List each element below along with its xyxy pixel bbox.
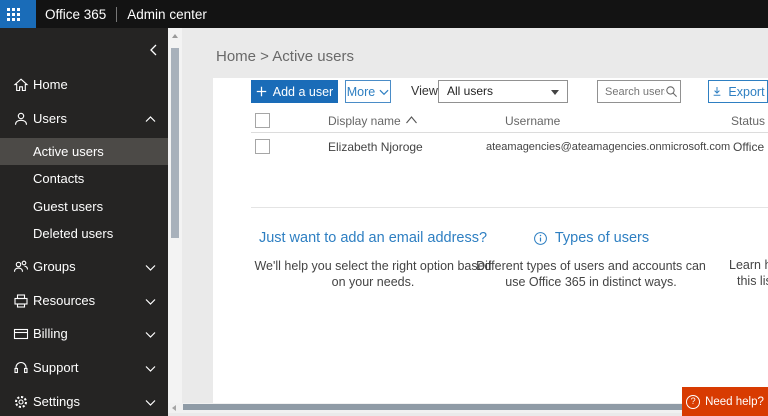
sidebar-item-support[interactable]: Support [0, 354, 168, 381]
plus-icon [256, 86, 266, 97]
sidebar-item-active-users[interactable]: Active users [0, 138, 168, 165]
vertical-scrollbar-thumb[interactable] [171, 48, 179, 238]
need-help-button[interactable]: Need help? [682, 387, 768, 416]
add-user-label: Add a user [272, 84, 334, 99]
topbar-divider [116, 6, 118, 22]
types-of-users-link[interactable]: Types of users [475, 230, 707, 246]
need-help-label: Need help? [705, 395, 764, 408]
sidebar-item-users[interactable]: Users [0, 105, 168, 132]
add-user-button[interactable]: Add a user [251, 80, 338, 103]
header-divider [251, 132, 768, 133]
add-email-address-text: We'll help you select the right option b… [254, 259, 492, 289]
export-label: Export [728, 84, 765, 99]
person-icon [13, 111, 29, 127]
breadcrumb[interactable]: Home > Active users [216, 48, 354, 65]
sidebar-item-billing[interactable]: Billing [0, 320, 168, 347]
sidebar-nav: Home Users Active users Contacts Guest u… [0, 28, 168, 416]
chevron-down-icon [145, 397, 156, 408]
scroll-up-arrow-icon [172, 34, 178, 38]
search-box [597, 80, 681, 103]
scroll-left-arrow-icon [172, 405, 176, 411]
sidebar-item-label: Billing [33, 326, 68, 341]
sidebar-item-label: Settings [33, 394, 80, 409]
chevron-left-icon [150, 44, 157, 56]
types-of-users-label: Types of users [554, 230, 650, 246]
app-launcher-button[interactable] [0, 0, 36, 28]
top-bar: Office 365 Admin center [0, 0, 768, 28]
search-icon[interactable] [665, 85, 678, 98]
sidebar-item-label: Resources [33, 293, 96, 308]
printer-icon [13, 293, 29, 309]
sidebar-collapse-button[interactable] [148, 44, 159, 56]
sidebar-subitem-label: Active users [33, 144, 104, 159]
column-header-status[interactable]: Status [731, 114, 765, 128]
credit-card-icon [13, 326, 29, 342]
views-select[interactable]: All users [438, 80, 568, 103]
info-icon [533, 231, 547, 245]
sidebar-item-settings[interactable]: Settings [0, 388, 168, 415]
brand-title[interactable]: Office 365 [45, 7, 106, 22]
clipped-help-text-line1: Learn how [729, 258, 768, 272]
sidebar-item-groups[interactable]: Groups [0, 253, 168, 280]
chevron-down-icon [145, 296, 156, 307]
section-divider [251, 207, 768, 208]
sidebar-item-label: Home [33, 77, 68, 92]
sidebar-subitem-label: Guest users [33, 199, 104, 214]
sidebar-subitem-label: Deleted users [33, 226, 114, 241]
download-icon [714, 87, 721, 96]
active-users-panel: Add a user More Views All users Export D… [213, 78, 768, 403]
sidebar-subitem-label: Contacts [33, 171, 85, 186]
dropdown-caret-icon [551, 90, 559, 95]
search-input[interactable] [598, 85, 665, 98]
types-of-users-text: Different types of users and accounts ca… [476, 259, 706, 289]
home-icon [13, 77, 29, 93]
views-select-value: All users [447, 84, 494, 98]
sort-ascending-icon [406, 116, 417, 124]
cell-display-name[interactable]: Elizabeth Njoroge [328, 140, 423, 154]
chevron-down-icon [145, 329, 156, 340]
headset-icon [13, 360, 29, 376]
select-all-checkbox[interactable] [255, 113, 270, 128]
people-icon [13, 259, 29, 275]
sidebar-item-label: Groups [33, 259, 76, 274]
vertical-scrollbar[interactable] [168, 28, 182, 403]
chevron-down-icon [379, 89, 389, 95]
cell-status: Office 365 [733, 140, 768, 154]
horizontal-scrollbar[interactable] [168, 403, 768, 413]
more-button[interactable]: More [345, 80, 391, 103]
sidebar-item-label: Support [33, 360, 79, 375]
clipped-help-text-line2: this list [737, 274, 768, 288]
sidebar-item-guest-users[interactable]: Guest users [0, 193, 168, 220]
sidebar-item-home[interactable]: Home [0, 71, 168, 98]
column-header-username[interactable]: Username [505, 114, 560, 128]
chevron-up-icon [145, 114, 156, 125]
column-header-display-name[interactable]: Display name [328, 114, 417, 128]
chevron-down-icon [145, 262, 156, 273]
export-button[interactable]: Export [708, 80, 768, 103]
admin-center-title: Admin center [127, 6, 207, 22]
sidebar-item-label: Users [33, 111, 67, 126]
more-label: More [346, 84, 376, 99]
chevron-down-icon [145, 363, 156, 374]
sidebar-item-contacts[interactable]: Contacts [0, 165, 168, 192]
gear-icon [13, 394, 29, 410]
add-email-address-link[interactable]: Just want to add an email address? [252, 230, 494, 246]
sidebar-item-deleted-users[interactable]: Deleted users [0, 220, 168, 247]
office365-admin-center: Office 365 Admin center Home Users Activ… [0, 0, 768, 416]
question-icon [686, 394, 701, 409]
horizontal-scrollbar-thumb[interactable] [183, 404, 683, 410]
row-checkbox[interactable] [255, 139, 270, 154]
sidebar-item-resources[interactable]: Resources [0, 287, 168, 314]
cell-username: ateamagencies@ateamagencies.onmicrosoft.… [486, 141, 731, 153]
waffle-icon [6, 7, 10, 11]
